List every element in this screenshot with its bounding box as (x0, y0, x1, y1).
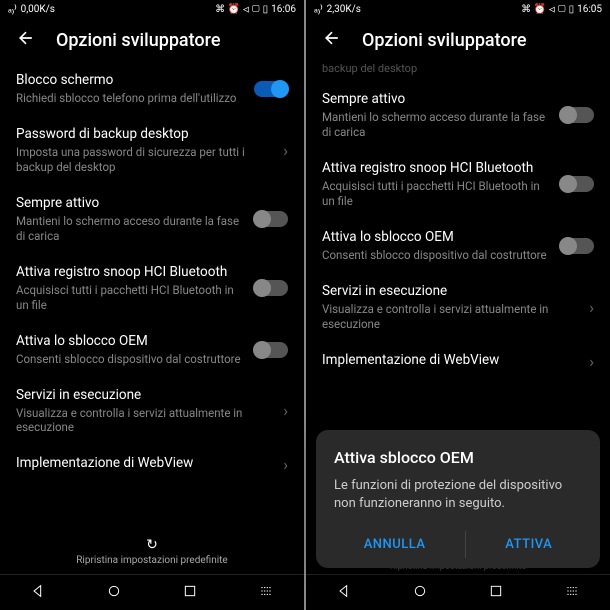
toggle-switch[interactable] (560, 238, 594, 254)
nav-home-icon[interactable] (106, 583, 122, 603)
reset-label: Ripristina impostazioni predefinite (0, 555, 304, 566)
battery-icon: ▯ (569, 4, 575, 15)
item-subtitle: Consenti sblocco dispositivo dal costrut… (16, 352, 246, 367)
nav-back-icon[interactable] (336, 583, 352, 603)
setting-item[interactable]: Servizi in esecuzione Visualizza e contro… (16, 377, 288, 446)
clock: 16:06 (271, 4, 296, 15)
chevron-right-icon: › (589, 298, 594, 317)
item-title: Attiva registro snoop HCI Bluetooth (322, 160, 552, 176)
status-icons: ⌘ ⏰ ⏿ ▢ (521, 4, 566, 15)
nav-bar (306, 574, 610, 610)
battery-icon: ▯ (263, 4, 269, 15)
toggle-switch[interactable] (254, 81, 288, 97)
item-title: Password di backup desktop (16, 126, 275, 142)
dialog-separator (465, 531, 466, 558)
item-title: Blocco schermo (16, 72, 246, 88)
setting-item[interactable]: Sempre attivo Mantieni lo schermo acceso … (16, 185, 288, 254)
toggle-switch[interactable] (560, 176, 594, 192)
dialog-title: Attiva sblocco OEM (334, 448, 582, 467)
toggle-switch[interactable] (254, 211, 288, 227)
reset-icon: ↻ (0, 537, 304, 553)
item-title: Implementazione di WebView (322, 352, 581, 368)
nav-home-icon[interactable] (412, 583, 428, 603)
item-title: Attiva registro snoop HCI Bluetooth (16, 264, 246, 280)
setting-item[interactable]: Implementazione di WebView › (16, 445, 288, 484)
item-title: Attiva lo sblocco OEM (322, 229, 552, 245)
item-subtitle: Visualizza e controlla i servizi attualm… (16, 406, 275, 436)
clock: 16:05 (577, 4, 602, 15)
signal-icon: ₐ₎⁾ (8, 4, 17, 15)
nav-bar (0, 574, 304, 610)
status-icons: ⌘ ⏰ ⏿ ▢ (215, 4, 260, 15)
setting-item[interactable]: Servizi in esecuzione Visualizza e contro… (322, 273, 594, 342)
phone-left: ₐ₎⁾ 0,00K/s ⌘ ⏰ ⏿ ▢ ▯ 16:06 Opzioni svil… (0, 0, 304, 610)
chevron-right-icon: › (283, 455, 288, 474)
item-subtitle: Visualizza e controlla i servizi attualm… (322, 302, 581, 332)
cutoff-text: backup del desktop (306, 62, 610, 81)
cancel-button[interactable]: ANNULLA (344, 531, 446, 558)
toggle-switch[interactable] (254, 280, 288, 296)
page-title: Opzioni sviluppatore (362, 30, 526, 51)
page-title: Opzioni sviluppatore (56, 30, 220, 51)
nav-recent-icon[interactable] (182, 583, 198, 603)
back-icon[interactable] (322, 28, 342, 52)
back-icon[interactable] (16, 28, 36, 52)
status-bar: ₐ₎⁾ 0,00K/s ⌘ ⏰ ⏿ ▢ ▯ 16:06 (0, 0, 304, 18)
phone-right: ₐ₎⁾ 2,30K/s ⌘ ⏰ ⏿ ▢ ▯ 16:05 Opzioni svil… (306, 0, 610, 610)
setting-item[interactable]: Attiva registro snoop HCI Bluetooth Acqui… (16, 254, 288, 323)
nav-drawer-icon[interactable] (564, 583, 580, 603)
setting-item[interactable]: Attiva lo sblocco OEM Consenti sblocco di… (322, 219, 594, 273)
item-subtitle: Imposta una password di sicurezza per tu… (16, 145, 275, 175)
chevron-right-icon: › (283, 401, 288, 420)
nav-recent-icon[interactable] (488, 583, 504, 603)
item-subtitle: Acquisisci tutti i pacchetti HCI Bluetoo… (322, 179, 552, 209)
item-title: Servizi in esecuzione (322, 283, 581, 299)
nav-drawer-icon[interactable] (258, 583, 274, 603)
setting-item[interactable]: Blocco schermo Richiedi sblocco telefono … (16, 62, 288, 116)
setting-item[interactable]: Sempre attivo Mantieni lo schermo acceso … (322, 81, 594, 150)
setting-item[interactable]: Attiva lo sblocco OEM Consenti sblocco di… (16, 323, 288, 377)
reset-button[interactable]: ↻ Ripristina impostazioni predefinite (0, 529, 304, 574)
header: Opzioni sviluppatore (0, 18, 304, 62)
setting-item[interactable]: Attiva registro snoop HCI Bluetooth Acqui… (322, 150, 594, 219)
network-speed: 0,00K/s (21, 4, 55, 15)
chevron-right-icon: › (589, 352, 594, 371)
chevron-right-icon: › (283, 141, 288, 160)
nav-back-icon[interactable] (30, 583, 46, 603)
item-subtitle: Richiedi sblocco telefono prima dell'uti… (16, 91, 246, 106)
item-title: Servizi in esecuzione (16, 387, 275, 403)
item-subtitle: Consenti sblocco dispositivo dal costrut… (322, 248, 552, 263)
item-subtitle: Acquisisci tutti i pacchetti HCI Bluetoo… (16, 283, 246, 313)
signal-icon: ₐ₎⁾ (314, 4, 323, 15)
item-subtitle: Mantieni lo schermo acceso durante la fa… (322, 110, 552, 140)
network-speed: 2,30K/s (327, 4, 361, 15)
toggle-switch[interactable] (560, 107, 594, 123)
toggle-switch[interactable] (254, 342, 288, 358)
oem-dialog: Attiva sblocco OEM Le funzioni di protez… (316, 430, 600, 568)
confirm-button[interactable]: ATTIVA (485, 531, 572, 558)
item-title: Implementazione di WebView (16, 455, 275, 471)
setting-item[interactable]: Implementazione di WebView › (322, 342, 594, 381)
status-bar: ₐ₎⁾ 2,30K/s ⌘ ⏰ ⏿ ▢ ▯ 16:05 (306, 0, 610, 18)
header: Opzioni sviluppatore (306, 18, 610, 62)
item-title: Attiva lo sblocco OEM (16, 333, 246, 349)
dialog-text: Le funzioni di protezione del dispositiv… (334, 477, 582, 513)
item-title: Sempre attivo (322, 91, 552, 107)
item-subtitle: Mantieni lo schermo acceso durante la fa… (16, 214, 246, 244)
setting-item[interactable]: Password di backup desktop Imposta una pa… (16, 116, 288, 185)
item-title: Sempre attivo (16, 195, 246, 211)
